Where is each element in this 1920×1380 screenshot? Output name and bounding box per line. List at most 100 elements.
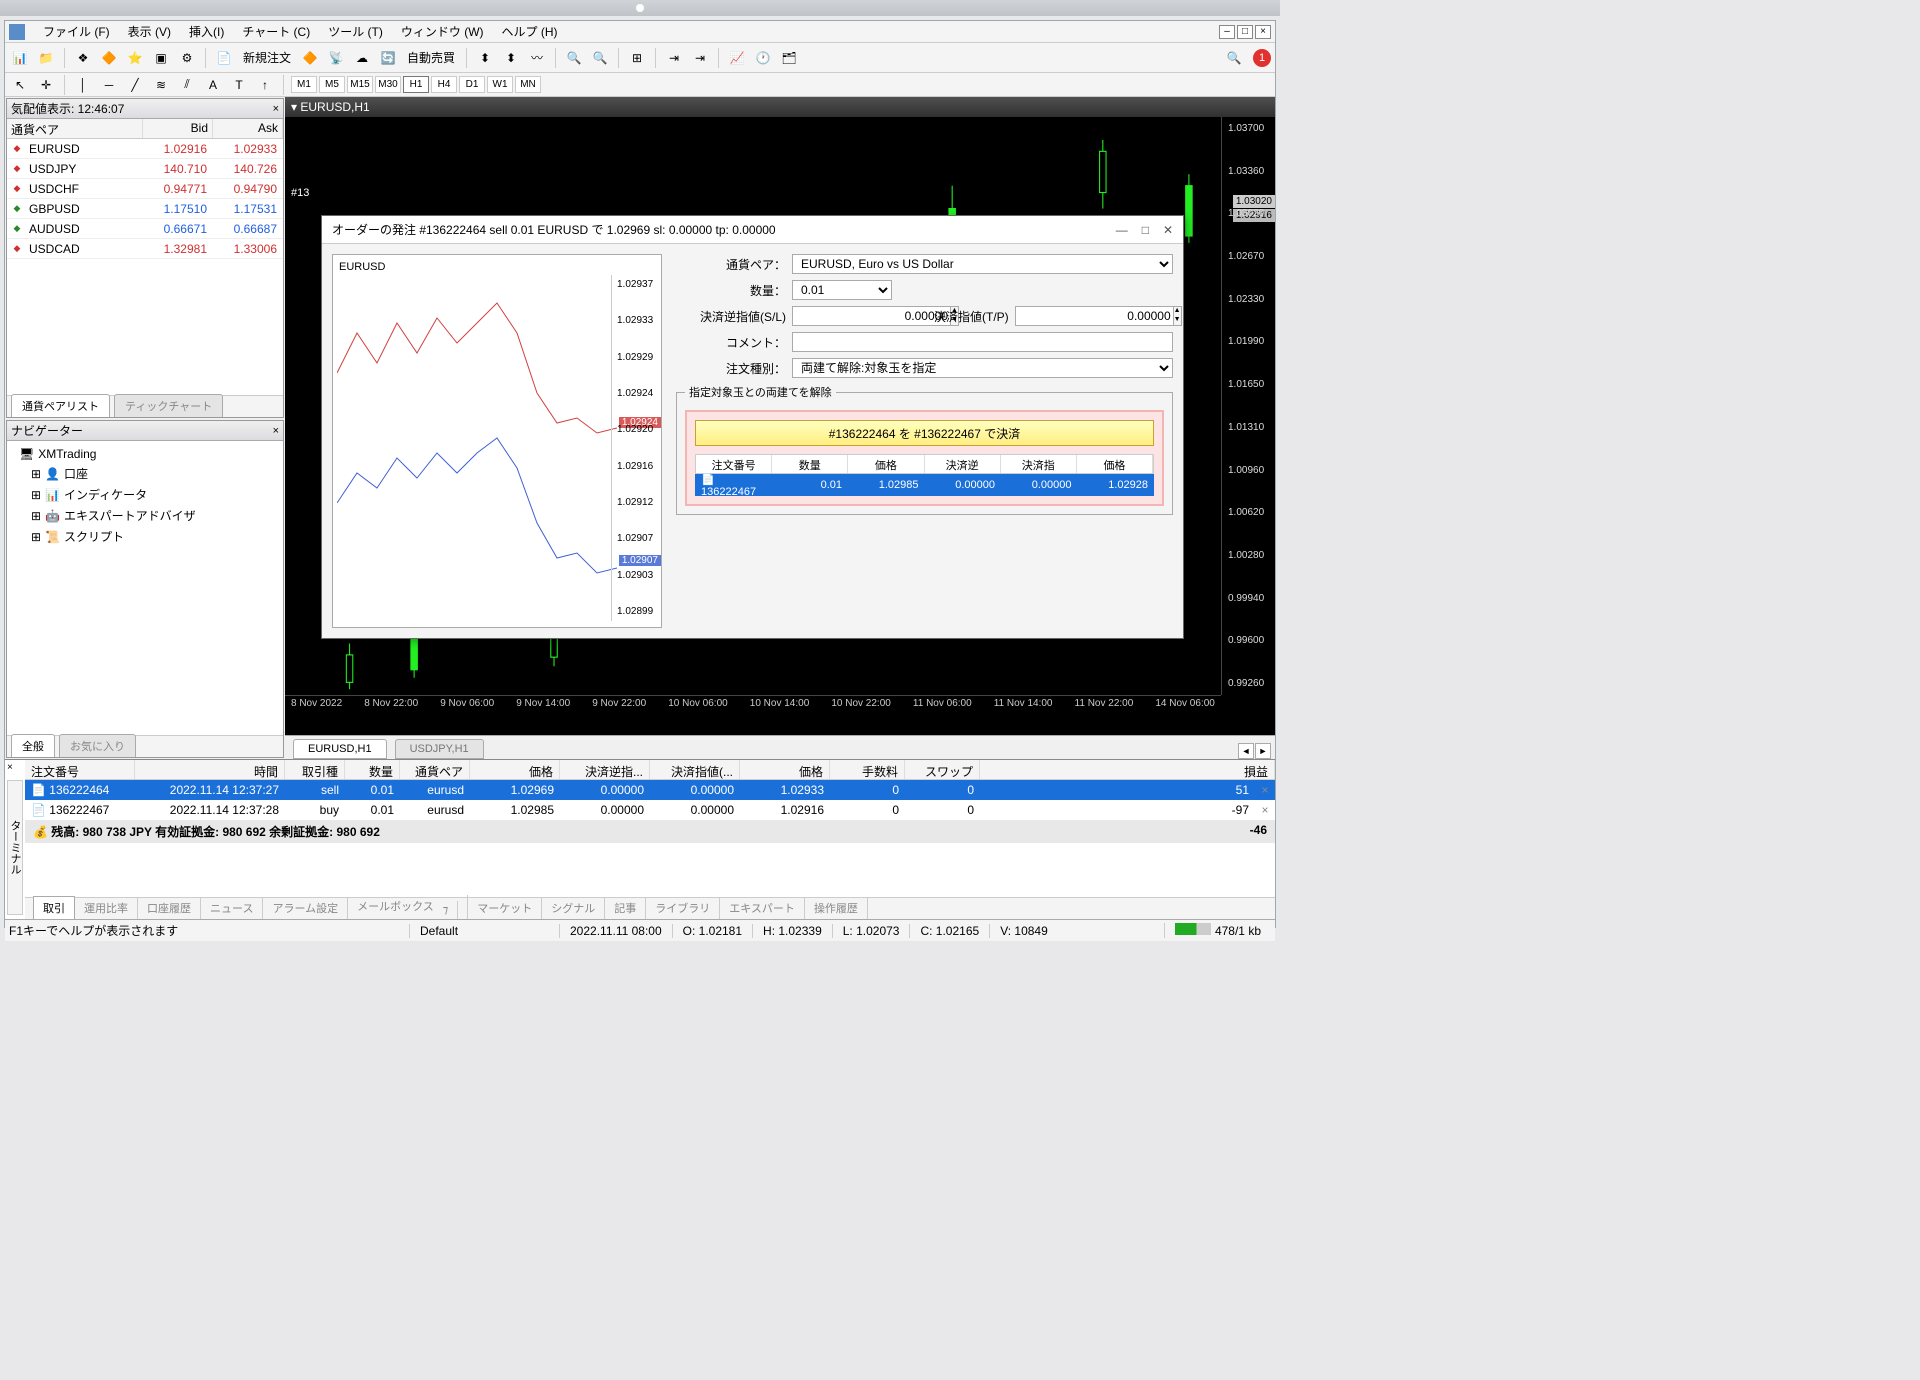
input-comment[interactable] [792,332,1173,352]
close-order-icon[interactable]: × [1255,801,1275,819]
tile-icon[interactable]: ⊞ [626,47,648,69]
dialog-minimize-icon[interactable]: — [1116,223,1128,237]
terminal-tab[interactable]: ニュース [201,897,263,919]
order-row[interactable]: 📄 1362224672022.11.14 12:37:28buy0.01eur… [25,800,1275,820]
term-col[interactable]: 通貨ペア [400,760,470,779]
timeframe-M1[interactable]: M1 [291,76,317,93]
new-order-button[interactable]: 新規注文 [239,49,295,66]
cloud-icon[interactable]: ☁ [351,47,373,69]
market-watch-row[interactable]: ◆USDJPY140.710140.726 [7,159,283,179]
input-tp[interactable]: ▲▼ [1015,306,1115,326]
select-ordertype[interactable]: 両建て解除:対象玉を指定 [792,358,1173,378]
tab-symbols[interactable]: 通貨ペアリスト [11,394,110,417]
order-row[interactable]: 📄 1362224642022.11.14 12:37:27sell0.01eu… [25,780,1275,800]
terminal-tab[interactable]: 操作履歴 [805,897,868,919]
term-col[interactable]: 手数料 [830,760,905,779]
terminal-tab[interactable]: メールボックス⁊ [348,895,468,919]
zoom-in-icon[interactable]: 🔍 [563,47,585,69]
indicator-icon[interactable]: 📈 [726,47,748,69]
terminal-tab[interactable]: アラーム設定 [263,897,348,919]
dialog-close-icon[interactable]: ✕ [1163,223,1173,237]
terminal-tab[interactable]: マーケット [468,897,542,919]
trend-icon[interactable]: ╱ [124,74,146,96]
terminal-tab[interactable]: 口座履歴 [138,897,201,919]
nav-icon[interactable]: 🔶 [98,47,120,69]
tab-prev-icon[interactable]: ◄ [1238,743,1254,759]
term-col[interactable]: 損益 [980,760,1275,779]
term-col[interactable]: 取引種別 [285,760,345,779]
select-volume[interactable]: 0.01 [792,280,892,300]
star-icon[interactable]: ⭐ [124,47,146,69]
cursor-icon[interactable]: ↖ [9,74,31,96]
market-watch-row[interactable]: ◆AUDUSD0.666710.66687 [7,219,283,239]
timeframe-M5[interactable]: M5 [319,76,345,93]
menu-tool[interactable]: ツール (T) [320,21,391,42]
candle-icon[interactable]: ⬍ [500,47,522,69]
signal-icon[interactable]: 📡 [325,47,347,69]
tree-root[interactable]: 🖥XMTrading [11,445,279,463]
close-by-button[interactable]: #136222464 を #136222467 で決済 [695,420,1154,446]
market-watch-row[interactable]: ◆USDCAD1.329811.33006 [7,239,283,259]
tab-next-icon[interactable]: ► [1255,743,1271,759]
timeframe-M30[interactable]: M30 [375,76,401,93]
timeframe-H1[interactable]: H1 [403,76,429,93]
terminal-tab[interactable]: 記事 [605,897,646,919]
tester-icon[interactable]: ⚙ [176,47,198,69]
close-button[interactable]: × [1255,25,1271,39]
hline-icon[interactable]: ─ [98,74,120,96]
dialog-maximize-icon[interactable]: □ [1142,223,1149,237]
close-order-icon[interactable]: × [1255,781,1275,799]
notification-badge[interactable]: 1 [1253,49,1271,67]
terminal-icon[interactable]: ▣ [150,47,172,69]
chart-tab-active[interactable]: EURUSD,H1 [293,739,387,759]
menu-file[interactable]: ファイル (F) [35,21,118,42]
pane-close-icon[interactable]: × [273,425,279,437]
timeframe-D1[interactable]: D1 [459,76,485,93]
label-icon[interactable]: T [228,74,250,96]
autotrade-icon[interactable]: 🔄 [377,47,399,69]
tab-favorites[interactable]: お気に入り [59,734,136,757]
menu-window[interactable]: ウィンドウ (W) [393,21,492,42]
term-col[interactable]: 価格 [470,760,560,779]
shift-icon[interactable]: ⇥ [663,47,685,69]
terminal-close-icon[interactable]: × [7,762,13,773]
crosshair-icon[interactable]: ✛ [35,74,57,96]
market-watch-row[interactable]: ◆GBPUSD1.175101.17531 [7,199,283,219]
menu-insert[interactable]: 挿入(I) [181,21,232,42]
timeframe-M15[interactable]: M15 [347,76,373,93]
vline-icon[interactable]: │ [72,74,94,96]
autoscroll-icon[interactable]: ⇥ [689,47,711,69]
search-icon[interactable]: 🔍 [1223,47,1245,69]
select-pair[interactable]: EURUSD, Euro vs US Dollar [792,254,1173,274]
zoom-out-icon[interactable]: 🔍 [589,47,611,69]
terminal-tab[interactable]: エキスパート [720,897,805,919]
terminal-tab[interactable]: ライブラリ [646,897,720,919]
market-watch-row[interactable]: ◆EURUSD1.029161.02933 [7,139,283,159]
market-watch-row[interactable]: ◆USDCHF0.947710.94790 [7,179,283,199]
tree-item[interactable]: ⊞🤖エキスパートアドバイザ [11,505,279,526]
menu-help[interactable]: ヘルプ (H) [494,21,566,42]
arrow-icon[interactable]: ↑ [254,74,276,96]
term-col[interactable]: スワップ [905,760,980,779]
new-chart-icon[interactable]: 📊 [9,47,31,69]
opposite-order-row[interactable]: 📄 1362224670.011.029850.000000.000001.02… [695,474,1154,496]
term-col[interactable]: 注文番号 [25,760,135,779]
meta-icon[interactable]: 🔶 [299,47,321,69]
timeframe-MN[interactable]: MN [515,76,541,93]
fib-icon[interactable]: ⫽ [176,74,198,96]
tree-item[interactable]: ⊞👤口座 [11,463,279,484]
marketwatch-icon[interactable]: ❖ [72,47,94,69]
text-icon[interactable]: A [202,74,224,96]
menu-chart[interactable]: チャート (C) [234,21,318,42]
maximize-button[interactable]: □ [1237,25,1253,39]
input-sl[interactable]: ▲▼ [792,306,892,326]
autotrade-button[interactable]: 自動売買 [403,49,459,66]
tree-item[interactable]: ⊞📊インディケータ [11,484,279,505]
term-col[interactable]: 時間 [135,760,285,779]
tab-tick[interactable]: ティックチャート [114,394,223,417]
timeframe-W1[interactable]: W1 [487,76,513,93]
bar-chart-icon[interactable]: ⬍ [474,47,496,69]
chart-tab[interactable]: USDJPY,H1 [395,739,484,759]
terminal-tab[interactable]: 運用比率 [75,897,138,919]
tree-item[interactable]: ⊞📜スクリプト [11,526,279,547]
